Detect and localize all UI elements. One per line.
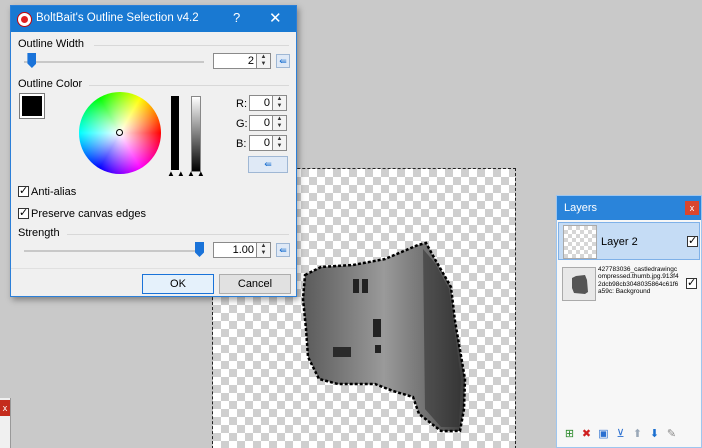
outline-width-slider-thumb[interactable] — [27, 53, 37, 68]
spinner-arrows[interactable]: ▲ ▼ — [272, 96, 286, 110]
g-label: G: — [236, 118, 248, 130]
layer-name: Layer 2 — [601, 236, 638, 248]
castle-window — [362, 279, 368, 293]
dialog-title: BoltBait's Outline Selection v4.2 — [36, 12, 199, 24]
outline-width-label: Outline Width — [18, 38, 85, 50]
outline-width-input[interactable]: 2 ▲ ▼ — [213, 53, 271, 69]
layers-panel: Layers x Layer 2 427783036_castledrawing… — [556, 195, 702, 448]
move-up-icon[interactable]: ⬆ — [631, 428, 644, 441]
color-wheel-cursor[interactable] — [116, 129, 123, 136]
layer-visibility-checkbox[interactable] — [687, 234, 698, 247]
divider — [11, 268, 296, 269]
preserve-edges-label: Preserve canvas edges — [31, 208, 146, 220]
strength-track[interactable] — [24, 250, 204, 252]
reset-strength-button[interactable]: ⇚ — [276, 243, 290, 257]
castle-window — [373, 319, 381, 337]
alpha-slider-marks: ▲▲ — [187, 169, 207, 178]
spinner-arrows[interactable]: ▲ ▼ — [256, 243, 270, 257]
layer-name: 427783036_castledrawingcompressed.thumb.… — [598, 266, 679, 296]
add-layer-icon[interactable]: ⊞ — [563, 428, 576, 441]
partial-window: x — [0, 398, 11, 448]
cancel-button[interactable]: Cancel — [219, 274, 291, 294]
divider — [89, 85, 289, 86]
layer-thumbnail — [563, 225, 597, 259]
value-slider-marks: ▲▲ — [167, 169, 187, 178]
b-input[interactable]: 0 ▲ ▼ — [249, 135, 287, 151]
r-label: R: — [236, 98, 247, 110]
outline-selection-dialog: BoltBait's Outline Selection v4.2 ? ✕ Ou… — [10, 5, 297, 297]
castle-window — [353, 279, 359, 293]
properties-icon[interactable]: ✎ — [665, 428, 678, 441]
layer-item-layer-2[interactable]: Layer 2 — [558, 222, 700, 260]
b-label: B: — [236, 138, 247, 150]
layer-item-background[interactable]: 427783036_castledrawingcompressed.thumb.… — [558, 264, 700, 306]
value-slider[interactable] — [171, 96, 179, 170]
preserve-edges-checkbox[interactable] — [18, 206, 29, 219]
layers-title: Layers — [564, 202, 598, 214]
layer-visibility-checkbox[interactable] — [686, 276, 697, 289]
color-swatch[interactable] — [19, 93, 45, 119]
ok-button[interactable]: OK — [142, 274, 214, 294]
close-icon[interactable]: x — [0, 400, 10, 416]
strength-label: Strength — [18, 227, 60, 239]
r-input[interactable]: 0 ▲ ▼ — [249, 95, 287, 111]
close-icon[interactable]: x — [685, 201, 699, 215]
help-button[interactable]: ? — [233, 10, 240, 25]
strength-slider-thumb[interactable] — [195, 242, 204, 257]
duplicate-layer-icon[interactable]: ▣ — [597, 428, 610, 441]
merge-layer-icon[interactable]: ⊻ — [614, 428, 627, 441]
spinner-arrows[interactable]: ▲ ▼ — [272, 116, 286, 130]
color-wheel[interactable] — [79, 92, 161, 174]
reset-width-button[interactable]: ⇚ — [276, 54, 290, 68]
dialog-titlebar[interactable]: BoltBait's Outline Selection v4.2 ? ✕ — [11, 6, 296, 32]
g-input[interactable]: 0 ▲ ▼ — [249, 115, 287, 131]
antialias-label: Anti-alias — [31, 186, 77, 198]
layer-thumbnail — [562, 267, 596, 301]
layers-titlebar[interactable]: Layers x — [557, 196, 701, 220]
close-button[interactable]: ✕ — [269, 9, 282, 27]
layers-toolbar: ⊞ ✖ ▣ ⊻ ⬆ ⬇ ✎ — [563, 428, 678, 441]
delete-layer-icon[interactable]: ✖ — [580, 428, 593, 441]
move-down-icon[interactable]: ⬇ — [648, 428, 661, 441]
castle-window — [375, 345, 381, 353]
reset-color-button[interactable]: ⇚ — [248, 156, 288, 173]
castle-thumbnail-image — [572, 275, 588, 294]
divider — [94, 45, 289, 46]
castle-window — [333, 347, 351, 357]
antialias-checkbox[interactable] — [18, 184, 29, 197]
spinner-arrows[interactable]: ▲ ▼ — [256, 54, 270, 68]
spinner-arrows[interactable]: ▲ ▼ — [272, 136, 286, 150]
outline-width-track[interactable] — [24, 61, 204, 63]
app-icon — [17, 12, 32, 27]
divider — [67, 234, 289, 235]
strength-input[interactable]: 1.00 ▲ ▼ — [213, 242, 271, 258]
alpha-slider[interactable] — [191, 96, 201, 172]
outline-color-label: Outline Color — [18, 78, 83, 90]
